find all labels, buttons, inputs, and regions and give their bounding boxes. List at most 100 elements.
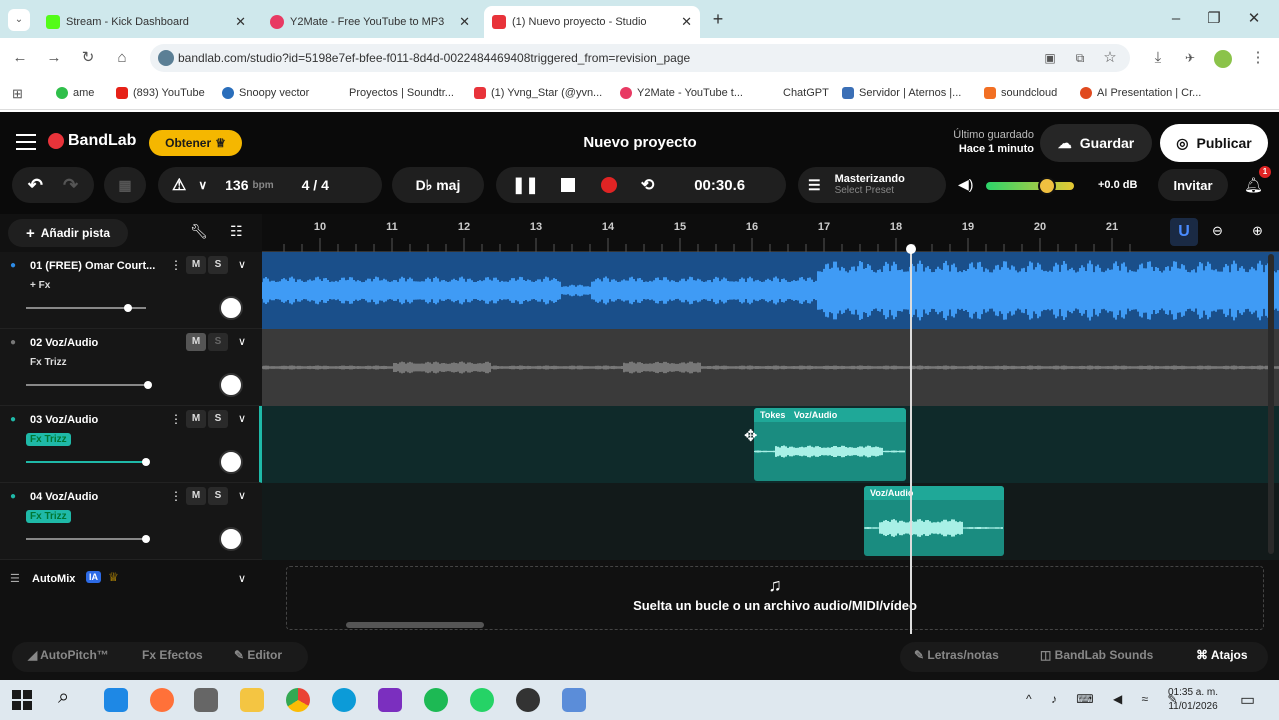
get-button[interactable]: Obtener ♕ bbox=[149, 130, 242, 156]
invite-button[interactable]: Invitar bbox=[1158, 169, 1228, 201]
media-icon[interactable] bbox=[194, 688, 218, 712]
minimize-icon[interactable]: – bbox=[1166, 9, 1186, 29]
pan-knob[interactable] bbox=[219, 450, 243, 474]
solo-button[interactable]: S bbox=[208, 410, 228, 428]
time-signature[interactable]: 4 / 4 bbox=[302, 177, 329, 193]
spotify-icon[interactable] bbox=[424, 688, 448, 712]
slider-knob[interactable] bbox=[142, 535, 150, 543]
mute-button[interactable]: M bbox=[186, 410, 206, 428]
forward-icon[interactable]: → bbox=[44, 48, 64, 68]
track-volume-slider[interactable] bbox=[26, 304, 146, 312]
chevron-down-icon[interactable]: ∨ bbox=[238, 489, 246, 502]
track-header-4[interactable]: ● 04 Voz/Audio Fx Trizz ⋮ M S ∨ bbox=[0, 483, 262, 560]
loop-icon[interactable]: ⟲ bbox=[641, 175, 654, 195]
stop-icon[interactable] bbox=[560, 178, 575, 192]
solo-button[interactable]: S bbox=[208, 487, 228, 505]
install-icon[interactable]: ▣ bbox=[1040, 48, 1060, 68]
audio-clip-2[interactable]: Voz/Audio bbox=[864, 486, 1004, 556]
publish-button[interactable]: ◎ Publicar bbox=[1160, 124, 1268, 162]
bookmark[interactable]: ame bbox=[56, 87, 94, 99]
track-volume-slider[interactable] bbox=[26, 381, 152, 389]
app-icon[interactable] bbox=[516, 688, 540, 712]
edge-icon[interactable] bbox=[332, 688, 356, 712]
menu-icon[interactable]: ⋮ bbox=[1248, 48, 1268, 68]
close-icon[interactable]: ✕ bbox=[681, 14, 692, 30]
star-icon[interactable]: ☆ bbox=[1100, 48, 1120, 68]
more-icon[interactable]: ⋮ bbox=[170, 412, 182, 426]
solo-button[interactable]: S bbox=[208, 256, 228, 274]
redo-icon[interactable]: ↷ bbox=[63, 175, 78, 196]
add-track-button[interactable]: + Añadir pista bbox=[8, 219, 128, 247]
close-icon[interactable]: ✕ bbox=[235, 14, 246, 30]
pause-icon[interactable]: ❚❚ bbox=[512, 175, 539, 195]
timeline-ruler[interactable]: 10 11 12 13 14 15 16 17 18 19 20 21 U ⊖ ⊕ bbox=[262, 214, 1279, 252]
search-icon[interactable]: ⌕ bbox=[58, 686, 69, 709]
back-icon[interactable]: ← bbox=[10, 48, 30, 68]
autopitch-button[interactable]: ◢ AutoPitch™ bbox=[28, 648, 109, 662]
chevron-down-icon[interactable]: ∨ bbox=[238, 258, 246, 271]
lane-2[interactable] bbox=[261, 329, 1279, 406]
bpm-value[interactable]: 136 bbox=[225, 177, 248, 193]
chevron-down-icon[interactable]: ∨ bbox=[198, 178, 207, 192]
effects-button[interactable]: Fx Efectos bbox=[142, 648, 203, 662]
tab-search-icon[interactable]: ⌄ bbox=[8, 9, 30, 31]
bookmark[interactable]: soundcloud bbox=[984, 87, 1057, 99]
more-icon[interactable]: ⋮ bbox=[170, 489, 182, 503]
save-button[interactable]: ☁ Guardar bbox=[1040, 124, 1152, 162]
shortcuts-button[interactable]: ⌘ Atajos bbox=[1196, 648, 1248, 662]
track-header-1[interactable]: ● 01 (FREE) Omar Court... + Fx ⋮ M S ∨ bbox=[0, 252, 262, 329]
windows-start-icon[interactable] bbox=[12, 690, 32, 710]
drop-zone[interactable]: ♫ Suelta un bucle o un archivo audio/MID… bbox=[286, 566, 1264, 630]
automix-row[interactable]: ☰ AutoMix IA ♕ ∨ bbox=[0, 560, 262, 598]
master-volume-slider[interactable] bbox=[986, 177, 1074, 195]
chevron-down-icon[interactable]: ∨ bbox=[238, 572, 246, 585]
clock[interactable]: 01:35 a. m. 11/01/2026 bbox=[1168, 686, 1218, 714]
speaker-icon[interactable]: ◀) bbox=[958, 176, 973, 193]
track-volume-slider[interactable] bbox=[26, 535, 150, 543]
audio-clip-1[interactable]: Tokes Voz/Audio bbox=[754, 408, 906, 481]
profile-icon[interactable] bbox=[1214, 50, 1232, 68]
restore-icon[interactable]: ❐ bbox=[1204, 9, 1224, 29]
notifications-icon[interactable]: ▭ bbox=[1240, 690, 1255, 710]
fx-button[interactable]: Fx Trizz bbox=[26, 433, 71, 446]
download-icon[interactable]: ⤓ bbox=[1148, 48, 1168, 68]
mute-button[interactable]: M bbox=[186, 256, 206, 274]
bookmark[interactable]: AI Presentation | Cr... bbox=[1080, 87, 1201, 99]
fx-button[interactable]: Fx Trizz bbox=[26, 356, 71, 369]
mute-button[interactable]: M bbox=[186, 487, 206, 505]
slider-knob[interactable] bbox=[144, 381, 152, 389]
chevron-down-icon[interactable]: ∨ bbox=[238, 412, 246, 425]
lane-4[interactable] bbox=[262, 483, 1279, 560]
bookmark[interactable]: (1) Yvng_Star (@yvn... bbox=[474, 87, 602, 99]
bell-icon[interactable]: 🔔︎ bbox=[1244, 176, 1263, 194]
new-tab-button[interactable]: + bbox=[708, 9, 728, 29]
firefox-icon[interactable] bbox=[150, 688, 174, 712]
ie-icon[interactable] bbox=[104, 688, 128, 712]
hamburger-menu-icon[interactable] bbox=[16, 134, 36, 150]
bookmark[interactable]: Proyectos | Soundtr... bbox=[332, 87, 454, 99]
track-header-3[interactable]: ● 03 Voz/Audio Fx Trizz ⋮ M S ∨ bbox=[0, 406, 262, 483]
project-title[interactable]: Nuevo proyecto bbox=[560, 134, 720, 151]
tab-bandlab[interactable]: (1) Nuevo proyecto - Studio ✕ bbox=[484, 6, 700, 38]
notepad-icon[interactable] bbox=[562, 688, 586, 712]
apps-icon[interactable]: ⊞ bbox=[12, 86, 23, 102]
horizontal-scrollbar[interactable] bbox=[346, 622, 484, 628]
track-header-2[interactable]: ● 02 Voz/Audio Fx Trizz M S ∨ bbox=[0, 329, 262, 406]
bookmark[interactable]: Snoopy vector bbox=[222, 87, 309, 99]
whatsapp-icon[interactable] bbox=[470, 688, 494, 712]
undo-icon[interactable]: ↶ bbox=[28, 175, 43, 196]
mastering-button[interactable]: ☰ Masterizando Select Preset bbox=[798, 167, 946, 203]
mute-button[interactable]: M bbox=[186, 333, 206, 351]
tray-icons[interactable]: ^ ♪ ⌨ ◀ ≈ ✎ bbox=[1026, 692, 1186, 706]
tab-kick[interactable]: Stream - Kick Dashboard ✕ bbox=[38, 6, 254, 38]
snap-icon[interactable]: U bbox=[1170, 218, 1198, 246]
url-input[interactable]: bandlab.com/studio?id=5198e7ef-bfee-f011… bbox=[150, 44, 1130, 72]
cast-icon[interactable]: ⧉ bbox=[1070, 48, 1090, 68]
lyrics-button[interactable]: ✎ Letras/notas bbox=[914, 648, 999, 662]
track-name[interactable]: 04 Voz/Audio bbox=[30, 491, 98, 503]
fx-button[interactable]: Fx Trizz bbox=[26, 510, 71, 523]
more-icon[interactable]: ⋮ bbox=[170, 258, 182, 272]
close-icon[interactable]: ✕ bbox=[459, 14, 470, 30]
bookmark[interactable]: Y2Mate - YouTube t... bbox=[620, 87, 743, 99]
bookmark[interactable]: ChatGPT bbox=[766, 87, 829, 99]
